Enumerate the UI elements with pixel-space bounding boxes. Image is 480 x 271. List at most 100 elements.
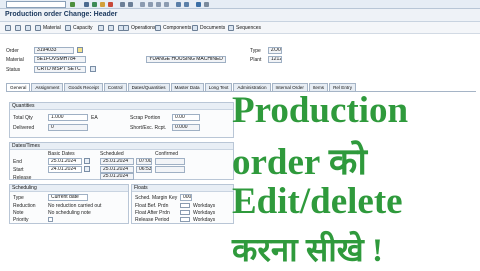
operations-icon [123,25,129,31]
shortcut-icon[interactable] [184,2,189,7]
release-button[interactable] [108,24,114,32]
short-receipt-label: Short/Exc. Rcpt. [130,125,167,131]
back-icon[interactable] [92,2,97,7]
margin-key-field[interactable]: 000 [180,194,192,201]
overlay-line-4: करना सीखे ! [232,233,384,269]
total-qty-field[interactable]: 1.000 [48,114,88,121]
priority-field[interactable] [48,217,53,222]
components-icon [155,25,161,31]
end-confirmed-field [155,158,185,165]
status-info-icon[interactable] [90,66,96,72]
plant-field: 1212 [268,56,282,63]
application-toolbar: Material Capacity Operations Components … [0,22,480,34]
basic-dates-header: Basic Dates [48,151,75,157]
tab-dates-quantities[interactable]: Dates/Quantities [127,83,170,91]
end-scheduled-date-field: 25.01.2024 [100,158,134,165]
components-button[interactable]: Components [155,24,191,32]
tab-control[interactable]: Control [103,83,127,91]
documents-icon [192,25,198,31]
overlay-line-3: Edit/delete [232,181,403,222]
scrap-field[interactable]: 0.00 [172,114,200,121]
release-scheduled-field: 25.01.2024 [100,173,134,180]
start-scheduled-time-field: 06:53 [136,166,152,173]
operations-button-label: Operations [131,25,156,31]
capacity-button[interactable]: Capacity [65,24,92,32]
status-label: Status [6,67,21,73]
priority-label: Priority [13,217,29,223]
help-icon[interactable] [196,2,201,7]
material-icon [35,25,41,31]
scheduling-group: Scheduling Type Current date Reduction N… [9,184,129,224]
sequences-icon [228,25,234,31]
dates-heading: Dates/Times [10,143,233,150]
save-icon[interactable] [84,2,89,7]
tab-master-data[interactable]: Master Data [170,83,204,91]
unit-label: EA [91,115,98,121]
start-basic-date-field[interactable]: 24.01.2024 [48,166,82,173]
material-button-label: Material [43,25,61,31]
overview-button[interactable] [25,24,31,32]
exit-icon[interactable] [100,2,105,7]
floats-group: Floats Sched. Margin Key 000 Float Bef. … [131,184,234,224]
quantities-group: Quantities Total Qty 1.000 EA Scrap Port… [9,102,234,138]
command-field[interactable] [6,1,66,8]
delivered-field: 0 [48,124,88,131]
previous-page-icon[interactable] [148,2,153,7]
edit-order-icon[interactable] [77,47,83,53]
start-calendar-icon[interactable] [84,166,90,172]
type-label: Type [250,48,261,54]
title-bar: Production order Change: Header [0,9,480,22]
new-session-icon[interactable] [176,2,181,7]
operations-button[interactable]: Operations [123,24,155,32]
release-period-unit: Workdays [193,217,216,223]
save-order-button[interactable] [98,24,104,32]
start-label: Start [13,167,24,173]
print-icon[interactable] [120,2,125,7]
scheduled-header: Scheduled [100,151,124,157]
float-after-label: Float After Prdn [135,210,170,216]
pencil-icon [5,25,11,31]
overview-icon [25,25,31,31]
cancel-icon[interactable] [108,2,113,7]
material-label: Material [6,57,24,63]
reduction-value: No reduction carried out [48,203,102,209]
dates-group: Dates/Times Basic Dates Scheduled Confir… [9,142,234,181]
page-title: Production order Change: Header [5,11,118,18]
end-label: End [13,159,22,165]
float-before-field[interactable] [180,203,190,208]
documents-button[interactable]: Documents [192,24,225,32]
total-qty-label: Total Qty [13,115,33,121]
last-page-icon[interactable] [164,2,169,7]
first-page-icon[interactable] [140,2,145,7]
flag-icon [108,25,114,31]
info-button[interactable] [15,24,21,32]
delivered-label: Delivered [13,125,35,131]
material-button[interactable]: Material [35,24,61,32]
next-page-icon[interactable] [156,2,161,7]
release-period-label: Release Period [135,217,170,223]
float-after-field[interactable] [180,210,190,215]
scheduling-type-select[interactable]: Current date [48,194,88,201]
start-confirmed-field [155,166,185,173]
tab-assignment[interactable]: Assignment [31,83,64,91]
enter-icon[interactable] [70,2,75,7]
float-after-unit: Workdays [193,210,216,216]
edit-button[interactable] [5,24,11,32]
end-scheduled-time-field: 07:00 [136,158,152,165]
document-icon [98,25,104,31]
material-field: 5E1FOVSMH784 [34,56,86,63]
release-period-field[interactable] [180,217,190,222]
release-label: Release [13,175,32,181]
tab-goods-receipt[interactable]: Goods Receipt [64,83,103,91]
type-field: ZO01 [268,47,282,54]
capacity-icon [65,25,71,31]
float-before-label: Float Bef. Prdn [135,203,169,209]
end-calendar-icon[interactable] [84,158,90,164]
quantities-heading: Quantities [10,103,233,110]
layout-icon[interactable] [204,2,209,7]
sequences-button[interactable]: Sequences [228,24,261,32]
end-basic-date-field[interactable]: 25.01.2024 [48,158,82,165]
find-icon[interactable] [128,2,133,7]
tab-general[interactable]: General [6,83,31,91]
tab-long-text[interactable]: Long Text [204,83,233,91]
